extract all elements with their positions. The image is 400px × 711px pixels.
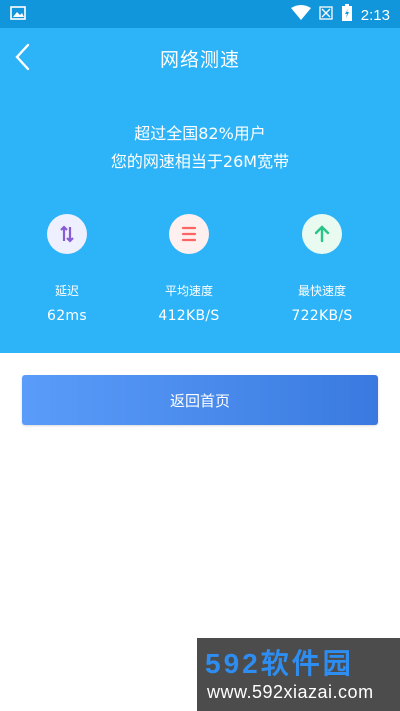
average-speed-icon	[169, 214, 209, 254]
page-title: 网络测速	[159, 49, 240, 71]
result-header: 网络测速 超过全国82%用户 您的网速相当于26M宽带 延迟 62ms 平均速度…	[0, 28, 400, 353]
no-signal-icon	[319, 5, 333, 26]
stat-max-speed: 最快速度 722KB/S	[262, 211, 382, 324]
stat-value: 412KB/S	[158, 308, 220, 324]
summary-line-rank: 超过全国82%用户	[134, 124, 266, 143]
summary-line-bandwidth: 您的网速相当于26M宽带	[110, 152, 290, 171]
status-time: 2:13	[360, 7, 390, 24]
speed-summary: 超过全国82%用户 您的网速相当于26M宽带	[0, 120, 400, 176]
latency-icon	[47, 214, 87, 254]
wifi-icon	[290, 5, 311, 26]
stat-average-speed: 平均速度 412KB/S	[129, 211, 249, 324]
speed-stats: 延迟 62ms 平均速度 412KB/S 最快速度 722KB/S	[0, 211, 400, 331]
stat-latency: 延迟 62ms	[7, 211, 127, 324]
image-icon	[10, 6, 26, 25]
arrow-up-icon	[302, 214, 342, 254]
battery-icon	[341, 4, 353, 27]
site-watermark: 592软件园 www.592xiazai.com	[197, 638, 400, 711]
status-bar: 2:13	[0, 0, 400, 28]
return-home-button[interactable]: 返回首页	[22, 375, 378, 425]
watermark-brand: 592软件园	[205, 648, 354, 679]
stat-label: 延迟	[54, 284, 79, 298]
watermark-url: www.592xiazai.com	[207, 682, 374, 702]
stat-label: 最快速度	[297, 284, 346, 298]
stat-label: 平均速度	[164, 284, 213, 298]
stat-value: 62ms	[47, 308, 87, 324]
stat-value: 722KB/S	[291, 308, 353, 324]
